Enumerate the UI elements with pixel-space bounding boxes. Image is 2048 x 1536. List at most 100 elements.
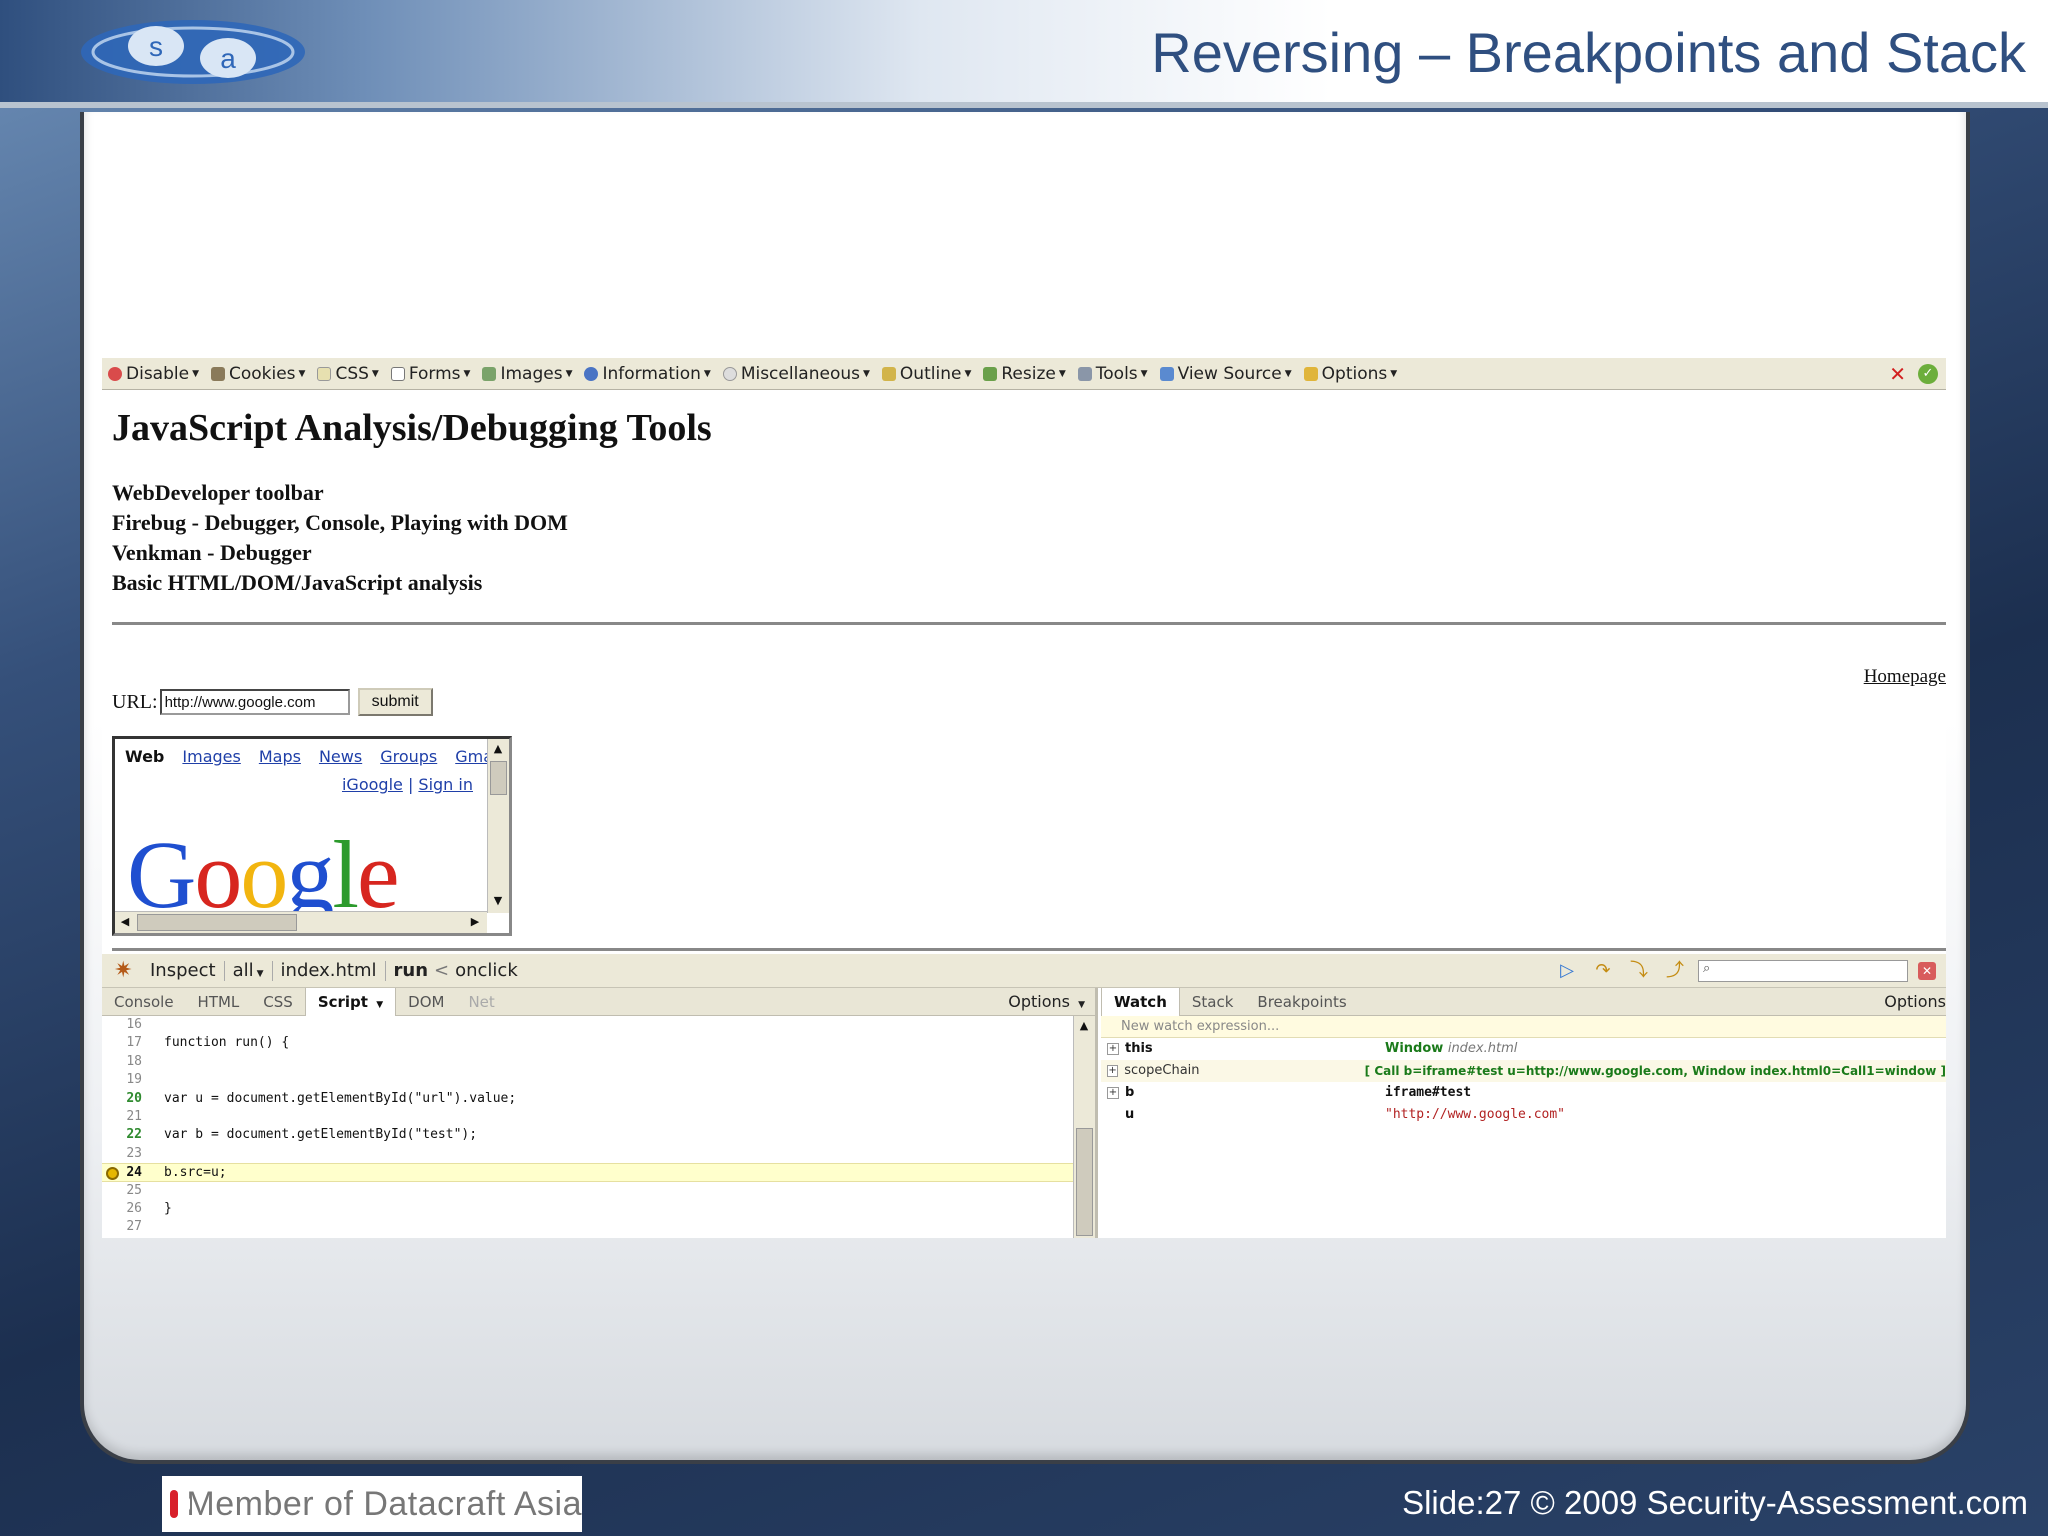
tab-script[interactable]: Script ▼ xyxy=(304,987,397,1016)
line-number[interactable]: 25 xyxy=(102,1182,148,1200)
tab-console[interactable]: Console xyxy=(102,988,186,1016)
step-over-icon[interactable]: ↷ xyxy=(1590,960,1616,982)
all-filter[interactable]: all ▼ xyxy=(233,960,264,981)
firebug-icon[interactable]: ✷ xyxy=(114,959,136,982)
new-watch-expression-input[interactable]: New watch expression... xyxy=(1101,1016,1946,1038)
expand-icon[interactable]: + xyxy=(1107,1043,1119,1055)
code-text: var b = document.getElementById("test"); xyxy=(164,1127,478,1143)
google-nav-images[interactable]: Images xyxy=(182,747,240,766)
code-text: b.src=u; xyxy=(164,1165,227,1181)
code-vertical-scrollbar[interactable]: ▲ xyxy=(1073,1016,1095,1238)
watch-options-menu[interactable]: Options xyxy=(1884,992,1946,1011)
wd-options-menu[interactable]: Options ▼ xyxy=(1303,364,1397,384)
line-number[interactable]: 16 xyxy=(102,1016,148,1034)
tab-stack[interactable]: Stack xyxy=(1180,988,1246,1016)
watch-row[interactable]: + b iframe#test xyxy=(1101,1082,1946,1104)
close-icon[interactable]: ✕ xyxy=(1918,962,1936,980)
google-nav-maps[interactable]: Maps xyxy=(259,747,301,766)
scroll-up-icon[interactable]: ▲ xyxy=(488,739,508,759)
line-number[interactable]: 17 xyxy=(102,1034,148,1052)
expand-icon[interactable]: + xyxy=(1107,1087,1119,1099)
google-nav-web[interactable]: Web xyxy=(125,747,164,766)
watch-name: scopeChain xyxy=(1124,1063,1200,1078)
line-number[interactable]: 18 xyxy=(102,1053,148,1071)
watch-row[interactable]: + this Window index.html xyxy=(1101,1038,1946,1060)
google-nav-groups[interactable]: Groups xyxy=(380,747,437,766)
tab-css[interactable]: CSS xyxy=(251,988,305,1016)
tab-html[interactable]: HTML xyxy=(186,988,252,1016)
stack-frame-caller[interactable]: onclick xyxy=(455,960,518,981)
line-number[interactable]: 26 xyxy=(102,1200,148,1218)
line-number[interactable]: 19 xyxy=(102,1071,148,1089)
tab-dom[interactable]: DOM xyxy=(396,988,456,1016)
step-out-icon[interactable]: ⤴ xyxy=(1662,960,1688,982)
wd-resize-menu[interactable]: Resize ▼ xyxy=(983,364,1066,384)
wd-cookies-menu[interactable]: Cookies ▼ xyxy=(210,363,305,384)
continue-icon[interactable]: ▷ xyxy=(1554,960,1580,982)
line-number[interactable]: 27 xyxy=(102,1218,148,1236)
scroll-right-icon[interactable]: ▶ xyxy=(465,912,485,932)
wd-disable-menu[interactable]: Disable ▼ xyxy=(108,364,199,384)
test-iframe[interactable]: Web Images Maps News Groups Gmail iGoogl… xyxy=(112,736,512,936)
wd-forms-menu[interactable]: Forms ▼ xyxy=(390,364,470,384)
scroll-thumb[interactable] xyxy=(137,914,297,931)
resize-icon xyxy=(983,366,998,381)
chevron-down-icon: ▼ xyxy=(964,368,972,379)
submit-button[interactable]: submit xyxy=(357,688,433,716)
information-icon xyxy=(584,366,599,381)
scroll-left-icon[interactable]: ◀ xyxy=(115,912,135,932)
firebug-search-input[interactable]: ⌕ xyxy=(1698,960,1908,982)
wd-tools-menu[interactable]: Tools ▼ xyxy=(1077,364,1148,384)
scroll-up-icon[interactable]: ▲ xyxy=(1074,1016,1094,1036)
line-number[interactable]: 23 xyxy=(102,1145,148,1163)
iframe-vertical-scrollbar[interactable]: ▲ ▼ xyxy=(487,739,509,913)
expand-icon[interactable]: + xyxy=(1107,1065,1119,1077)
disable-icon xyxy=(108,366,122,381)
source-code-view[interactable]: 16 17 function run() { 18 19 20 var u = do… xyxy=(102,1016,1095,1237)
watch-row[interactable]: + scopeChain [ Call b=iframe#test u=http… xyxy=(1101,1060,1946,1082)
line-number[interactable]: 21 xyxy=(102,1108,148,1126)
homepage-link[interactable]: Homepage xyxy=(1864,666,1946,688)
validation-ok-icon[interactable]: ✓ xyxy=(1918,364,1938,384)
wd-outline-label: Outline xyxy=(899,363,962,384)
script-file-selector[interactable]: index.html xyxy=(281,960,377,981)
script-options-menu[interactable]: Options ▼ xyxy=(1008,992,1095,1011)
wd-css-menu[interactable]: CSS ▼ xyxy=(317,364,379,384)
code-line: 26} xyxy=(102,1200,1095,1218)
wd-images-menu[interactable]: Images ▼ xyxy=(482,364,572,384)
tab-net[interactable]: Net xyxy=(456,988,506,1016)
images-icon xyxy=(482,366,497,381)
wd-outline-menu[interactable]: Outline ▼ xyxy=(881,363,972,384)
options-icon xyxy=(1303,366,1318,381)
line-number[interactable]: 22 xyxy=(102,1126,148,1144)
tab-watch[interactable]: Watch xyxy=(1101,987,1180,1016)
scroll-thumb[interactable] xyxy=(1076,1128,1093,1236)
step-into-icon[interactable]: ⤵ xyxy=(1626,960,1652,982)
line-number[interactable]: 20 xyxy=(102,1090,148,1108)
firebug-toolbar: ✷ Inspect all ▼ index.html run < onclick … xyxy=(102,954,1946,988)
close-icon[interactable]: ✕ xyxy=(1889,364,1906,384)
scroll-thumb[interactable] xyxy=(490,761,507,795)
inspect-button[interactable]: Inspect xyxy=(150,960,216,981)
wd-information-menu[interactable]: Information ▼ xyxy=(584,364,711,384)
wd-miscellaneous-menu[interactable]: Miscellaneous ▼ xyxy=(722,364,870,384)
logo-letter-a: a xyxy=(220,43,236,74)
separator xyxy=(384,960,386,981)
stack-frame-current[interactable]: run xyxy=(394,960,429,981)
google-logo: Google xyxy=(127,827,400,923)
wd-cookies-label: Cookies xyxy=(228,363,296,384)
code-text: } xyxy=(164,1200,172,1216)
scroll-down-icon[interactable]: ▼ xyxy=(488,891,508,911)
url-input[interactable] xyxy=(159,689,350,715)
tab-breakpoints[interactable]: Breakpoints xyxy=(1245,988,1358,1016)
divider xyxy=(112,622,1946,625)
watch-row[interactable]: u "http://www.google.com" xyxy=(1101,1104,1946,1126)
sign-in-link[interactable]: Sign in xyxy=(418,775,473,794)
google-nav-news[interactable]: News xyxy=(319,747,362,766)
wd-view-source-menu[interactable]: View Source ▼ xyxy=(1159,364,1292,384)
igoogle-link[interactable]: iGoogle xyxy=(342,775,403,794)
code-text: function run() { xyxy=(164,1035,290,1051)
iframe-horizontal-scrollbar[interactable]: ◀ ▶ xyxy=(115,911,487,933)
divider xyxy=(112,948,1946,951)
view-source-icon xyxy=(1159,366,1174,381)
